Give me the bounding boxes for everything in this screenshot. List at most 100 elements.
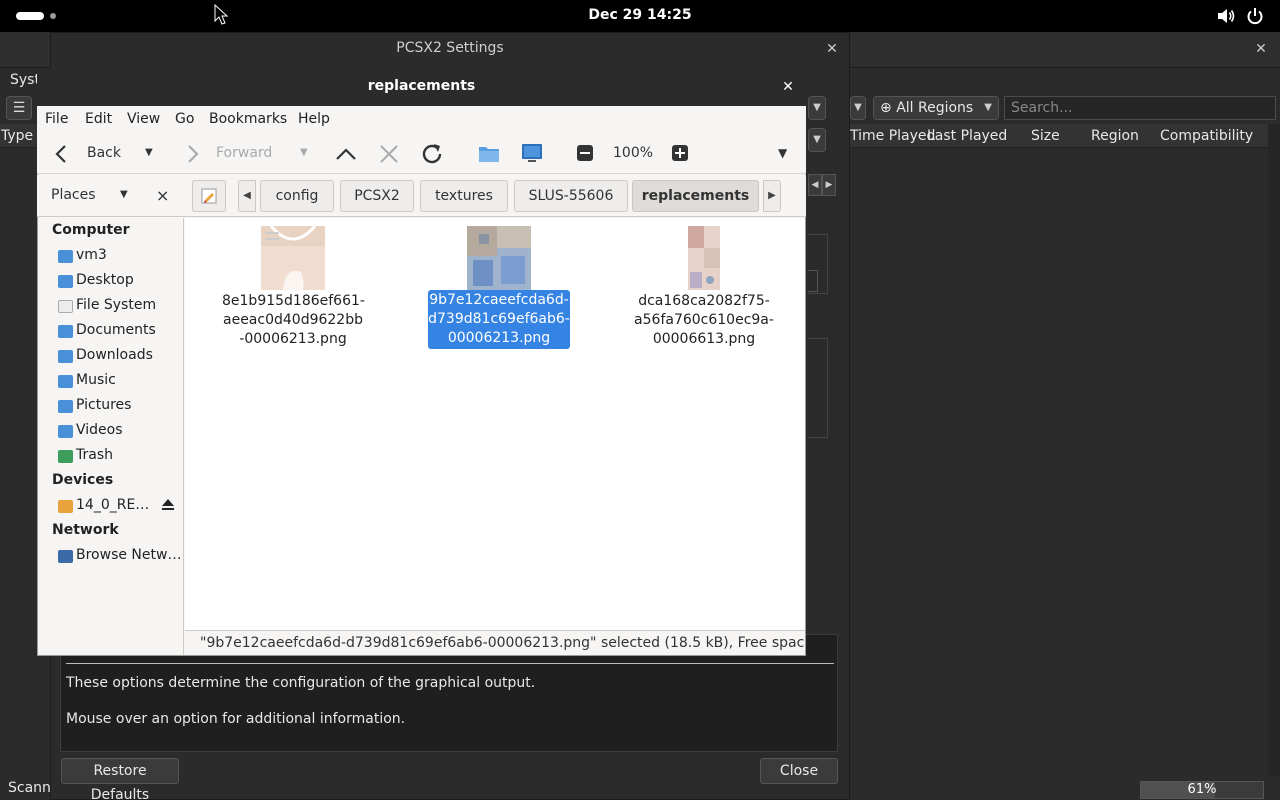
file-name-line: aeeac0d40d9622bb [223, 312, 363, 328]
sidebar-item-device[interactable]: 14_0_RE… [58, 496, 150, 518]
settings-title: PCSX2 Settings [396, 40, 504, 56]
game-list-scrollbar[interactable] [1268, 124, 1280, 776]
breadcrumb-pcsx2[interactable]: PCSX2 [340, 180, 414, 212]
clock[interactable]: Dec 29 14:25 [540, 7, 740, 23]
back-arrow-icon[interactable] [52, 143, 72, 165]
downloads-folder-icon [58, 350, 73, 363]
trash-icon [58, 450, 73, 463]
column-compatibility[interactable]: Compatibility [1160, 128, 1253, 144]
menu-bookmarks[interactable]: Bookmarks [209, 111, 287, 127]
sidebar-item-music[interactable]: Music [58, 371, 182, 393]
reload-icon[interactable] [419, 141, 445, 167]
region-filter-label: All Regions [896, 100, 974, 116]
file-item-selected[interactable]: 9b7e12caeefcda6d- d739d81c69ef6ab6- 0000… [428, 224, 570, 350]
breadcrumb-scroll-right-icon[interactable]: ▶ [763, 180, 781, 212]
file-item[interactable]: dca168ca2082f75- a56fa760c610ec9a- 00006… [633, 224, 775, 350]
settings-field[interactable] [808, 270, 818, 292]
zoom-out-icon[interactable] [576, 144, 594, 162]
desktop-folder-icon [58, 275, 73, 288]
restore-defaults-button[interactable]: Restore Defaults [61, 758, 179, 800]
sidebar-item-downloads[interactable]: Downloads [58, 346, 182, 368]
menu-system-partial[interactable]: Syst [10, 72, 40, 88]
zoom-level[interactable]: 100% [613, 145, 653, 161]
scan-progress-label: 61% [1187, 782, 1217, 797]
breadcrumb-textures[interactable]: textures [420, 180, 508, 212]
forward-button: Forward [216, 145, 273, 161]
file-name-line: d739d81c69ef6ab6- [428, 311, 570, 327]
region-filter-combo[interactable]: ⊕ All Regions ▼ [873, 96, 999, 120]
sidebar-item-vm3[interactable]: vm3 [58, 246, 182, 268]
search-input[interactable]: Search... [1004, 96, 1276, 120]
drive-icon [58, 300, 73, 313]
network-icon [58, 550, 73, 563]
column-type[interactable]: Type [1, 128, 33, 144]
videos-folder-icon [58, 425, 73, 438]
settings-close-icon[interactable]: ✕ [824, 40, 840, 58]
close-button[interactable]: Close [760, 758, 838, 784]
sidebar-item-documents[interactable]: Documents [58, 321, 182, 343]
sidebar-item-videos[interactable]: Videos [58, 421, 182, 443]
home-folder-icon[interactable] [477, 142, 501, 164]
volume-icon[interactable] [1216, 7, 1236, 25]
menu-go[interactable]: Go [175, 111, 194, 127]
file-name-line: dca168ca2082f75- [638, 293, 770, 309]
edit-location-button[interactable] [192, 180, 226, 212]
column-time-played[interactable]: Time Played [850, 128, 935, 144]
file-item[interactable]: 8e1b915d186ef661- aeeac0d40d9622bb -0000… [222, 224, 365, 350]
menu-file[interactable]: File [45, 111, 68, 127]
sidebar-item-file-system[interactable]: File System [58, 296, 182, 318]
column-size[interactable]: Size [1031, 128, 1060, 144]
sidebar-item-desktop[interactable]: Desktop [58, 271, 182, 293]
settings-combo-caret-icon[interactable]: ▼ [808, 96, 826, 120]
workspace-dot[interactable] [50, 13, 56, 19]
pencil-icon [201, 188, 217, 204]
optical-disc-icon [58, 500, 73, 513]
sidebar-item-pictures[interactable]: Pictures [58, 396, 182, 418]
settings-tab-scroll: ◀ ▶ [808, 174, 838, 198]
image-thumbnail [261, 226, 325, 290]
breadcrumb-slus-55606[interactable]: SLUS-55606 [514, 180, 628, 212]
close-sidebar-icon[interactable]: × [156, 186, 169, 205]
menu-help[interactable]: Help [298, 111, 330, 127]
file-name-line: 8e1b915d186ef661- [222, 293, 365, 309]
computer-icon[interactable] [520, 142, 544, 164]
scroll-left-icon[interactable]: ◀ [808, 174, 822, 196]
places-chevron-down-icon[interactable]: ▼ [120, 189, 128, 200]
toolbar-overflow-chevron-icon[interactable]: ▼ [778, 146, 787, 160]
power-icon[interactable] [1245, 7, 1265, 25]
file-name-line: -00006213.png [239, 331, 347, 347]
menu-view[interactable]: View [127, 111, 160, 127]
activities-indicator[interactable] [16, 12, 44, 20]
up-arrow-icon[interactable] [334, 143, 358, 165]
places-selector[interactable]: Places [51, 187, 96, 203]
documents-folder-icon [58, 325, 73, 338]
column-last-played[interactable]: Last Played [927, 128, 1007, 144]
status-text: Scanni [8, 780, 55, 796]
breadcrumb-scroll-left-icon[interactable]: ◀ [238, 180, 256, 212]
settings-group-frame [808, 338, 828, 438]
file-name: 8e1b915d186ef661- aeeac0d40d9622bb -0000… [222, 292, 365, 349]
file-manager-title: replacements [367, 78, 476, 94]
main-window-close-icon[interactable]: ✕ [1252, 40, 1270, 58]
eject-icon[interactable] [161, 497, 175, 511]
scroll-right-icon[interactable]: ▶ [822, 174, 836, 196]
pictures-folder-icon [58, 400, 73, 413]
menu-edit[interactable]: Edit [85, 111, 112, 127]
breadcrumb-config[interactable]: config [260, 180, 334, 212]
back-button[interactable]: Back [87, 145, 121, 161]
file-name-line: 9b7e12caeefcda6d- [429, 292, 569, 308]
back-history-chevron-icon[interactable]: ▼ [145, 147, 153, 158]
description-hint: Mouse over an option for additional info… [66, 711, 406, 727]
sidebar-item-trash[interactable]: Trash [58, 446, 182, 468]
view-combo-caret-icon[interactable]: ▼ [850, 96, 866, 120]
zoom-in-icon[interactable] [671, 144, 689, 162]
file-manager-close-icon[interactable]: ✕ [778, 78, 798, 96]
breadcrumb-replacements[interactable]: replacements [632, 180, 759, 212]
music-folder-icon [58, 375, 73, 388]
network-heading: Network [52, 522, 119, 538]
sidebar-item-browse-network[interactable]: Browse Netw… [58, 546, 182, 568]
column-region[interactable]: Region [1091, 128, 1139, 144]
settings-combo-caret-icon[interactable]: ▼ [808, 128, 826, 152]
list-view-icon[interactable]: ☰ [6, 96, 32, 120]
stop-icon [380, 145, 398, 163]
